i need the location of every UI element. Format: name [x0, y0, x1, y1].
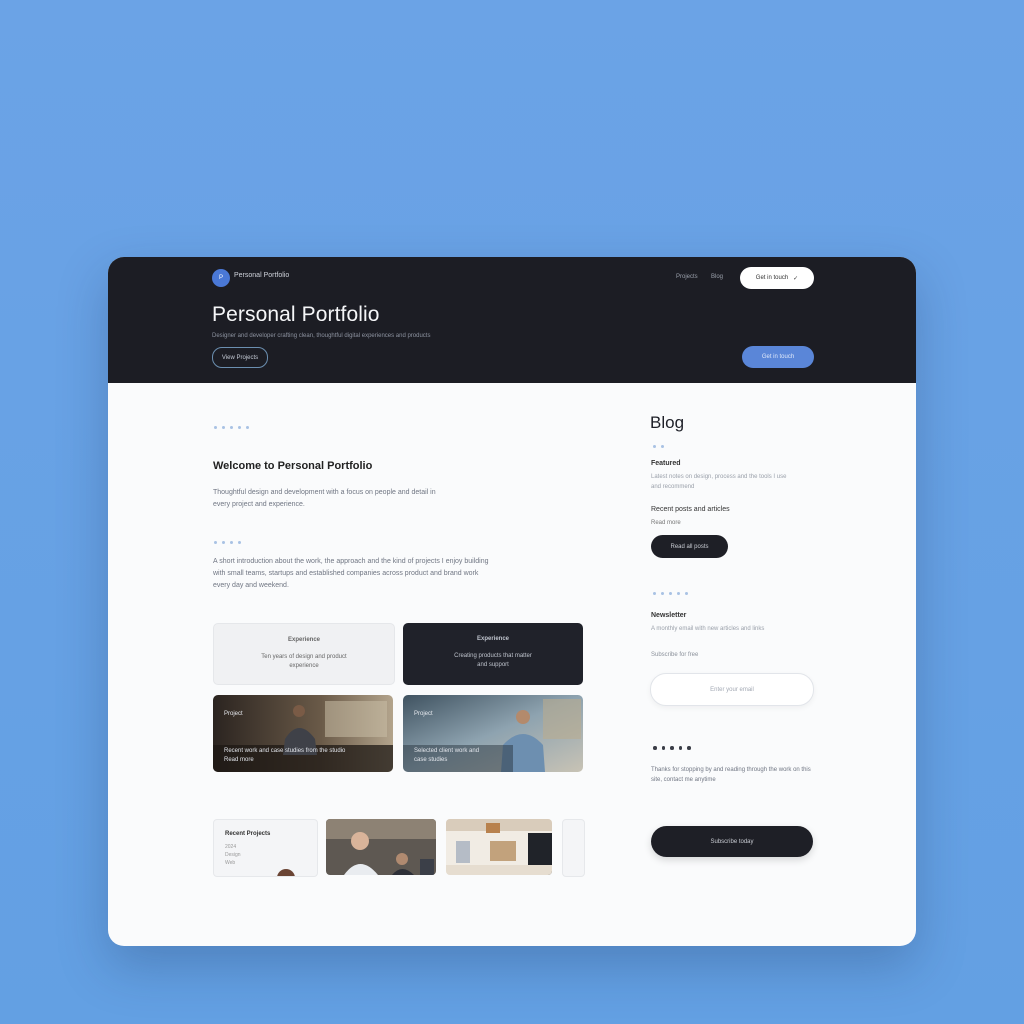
footer-line: Thanks for stopping by and reading throu…	[651, 767, 811, 773]
nav-blog[interactable]: Blog	[711, 274, 723, 280]
partial-thumb[interactable]	[562, 819, 585, 877]
page-subtitle: Designer and developer crafting clean, t…	[212, 333, 431, 339]
caption-line: Recent work and case studies from the st…	[224, 748, 346, 754]
brand-logo-icon[interactable]: P	[212, 269, 230, 287]
caption-line: case studies	[414, 757, 448, 763]
section-title: Welcome to Personal Portfolio	[213, 460, 373, 472]
experience-card[interactable]: Experience Ten years of design and produ…	[213, 623, 395, 685]
sidebar-dots	[653, 592, 688, 595]
caption-line: Selected client work and	[414, 748, 480, 754]
email-label: Subscribe for free	[651, 652, 699, 658]
sidebar-dots	[653, 746, 691, 750]
body-line: every day and weekend.	[213, 582, 289, 589]
card-body-line: Creating products that matter	[454, 653, 532, 659]
caption-line: Read more	[224, 757, 254, 763]
excerpt-line: Latest notes on design, process and the …	[651, 474, 787, 480]
page-title: Personal Portfolio	[212, 303, 380, 326]
email-input[interactable]: Enter your email	[650, 673, 814, 706]
card-title: Experience	[476, 636, 510, 642]
footer-text: Thanks for stopping by and reading throu…	[651, 765, 811, 785]
person-photo-image	[277, 869, 295, 876]
photo-card-label: Project	[414, 711, 433, 717]
subscribe-button[interactable]: Subscribe today	[651, 826, 813, 857]
brand-name[interactable]: Personal Portfolio	[234, 272, 289, 279]
featured-excerpt: Latest notes on design, process and the …	[651, 472, 786, 492]
card-title: Experience	[287, 637, 321, 643]
card-body: Creating products that matter and suppor…	[403, 652, 583, 670]
experience-card-dark[interactable]: Experience Creating products that matter…	[403, 623, 583, 685]
photo-card-caption: Selected client work and case studies	[414, 747, 479, 765]
card-body-line: experience	[289, 663, 319, 669]
body-line: with small teams, startups and establish…	[213, 570, 479, 577]
view-projects-button[interactable]: View Projects	[212, 347, 268, 368]
intro-text: Thoughtful design and development with a…	[213, 487, 436, 511]
body-line: A short introduction about the work, the…	[213, 558, 489, 565]
project-photo-card[interactable]: Project Selected client work and case st…	[403, 695, 583, 772]
read-more-link[interactable]: Read more	[651, 518, 681, 528]
photo-card-label: Project	[224, 711, 243, 717]
section-dots	[214, 541, 241, 544]
team-photo-image	[326, 819, 436, 875]
team-photo-thumb[interactable]	[326, 819, 436, 875]
newsletter-text: A monthly email with new articles and li…	[651, 626, 765, 632]
hero-header: P Personal Portfolio Projects Blog Get i…	[108, 257, 916, 383]
nav-projects[interactable]: Projects	[676, 274, 698, 280]
featured-heading[interactable]: Featured	[651, 460, 681, 467]
project-photo-card[interactable]: Project Recent work and case studies fro…	[213, 695, 393, 772]
photo-card-caption: Recent work and case studies from the st…	[224, 747, 345, 765]
blog-title: Blog	[650, 413, 685, 432]
footer-line: site, contact me anytime	[651, 777, 716, 783]
intro-line: Thoughtful design and development with a…	[213, 489, 436, 496]
chevron-down-icon: ✓	[793, 275, 799, 282]
sidebar-dots	[653, 445, 664, 448]
recent-posts-heading[interactable]: Recent posts and articles	[651, 506, 730, 513]
recent-projects-thumb[interactable]: Recent Projects 2024 Design Web	[213, 819, 318, 877]
body-text: A short introduction about the work, the…	[213, 556, 489, 592]
card-body-line: Ten years of design and product	[261, 654, 347, 660]
excerpt-line: and recommend	[651, 484, 695, 490]
card-body-line: and support	[477, 662, 509, 668]
contact-button-label: Get in touch	[755, 275, 789, 281]
section-dots	[214, 426, 249, 429]
intro-line: every project and experience.	[213, 501, 305, 508]
card-body: Ten years of design and product experien…	[214, 653, 394, 671]
get-in-touch-button[interactable]: Get in touch	[742, 346, 814, 368]
newsletter-heading: Newsletter	[651, 612, 687, 619]
read-all-posts-button[interactable]: Read all posts	[651, 535, 728, 558]
workspace-photo-image	[446, 819, 552, 875]
workspace-photo-thumb[interactable]	[446, 819, 552, 875]
browser-window: P Personal Portfolio Projects Blog Get i…	[108, 257, 916, 946]
contact-button[interactable]: Get in touch ✓	[740, 267, 814, 289]
